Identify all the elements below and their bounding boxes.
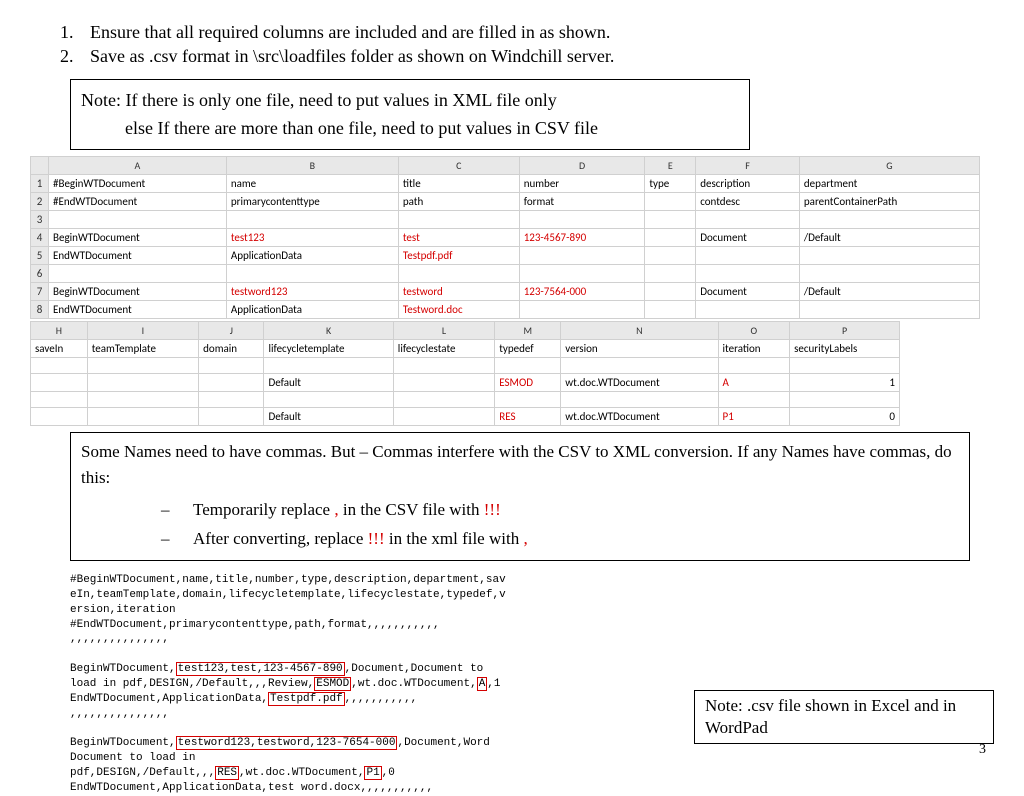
instruction-2: Save as .csv format in \src\loadfiles fo…: [90, 44, 614, 68]
excel-sheet-2: HIJKLMNOP saveInteamTemplatedomainlifecy…: [30, 321, 900, 426]
note2-intro: Some Names need to have commas. But – Co…: [81, 439, 959, 490]
note-box-2: Some Names need to have commas. But – Co…: [70, 432, 970, 561]
excel-sheet-1: A B C D E F G 1#BeginWTDocumentnametitle…: [30, 156, 980, 319]
note-box-1: Note: If there is only one file, need to…: [70, 79, 750, 151]
note1-line1: Note: If there is only one file, need to…: [81, 86, 739, 115]
csv-raw-text: #BeginWTDocument,name,title,number,type,…: [70, 573, 994, 796]
instruction-1: Ensure that all required columns are inc…: [90, 20, 610, 44]
page-number: 3: [979, 742, 986, 758]
note1-line2: else If there are more than one file, ne…: [81, 114, 739, 143]
instruction-list: 1.Ensure that all required columns are i…: [60, 20, 994, 69]
bottom-note-box: Note: .csv file shown in Excel and in Wo…: [694, 690, 994, 744]
